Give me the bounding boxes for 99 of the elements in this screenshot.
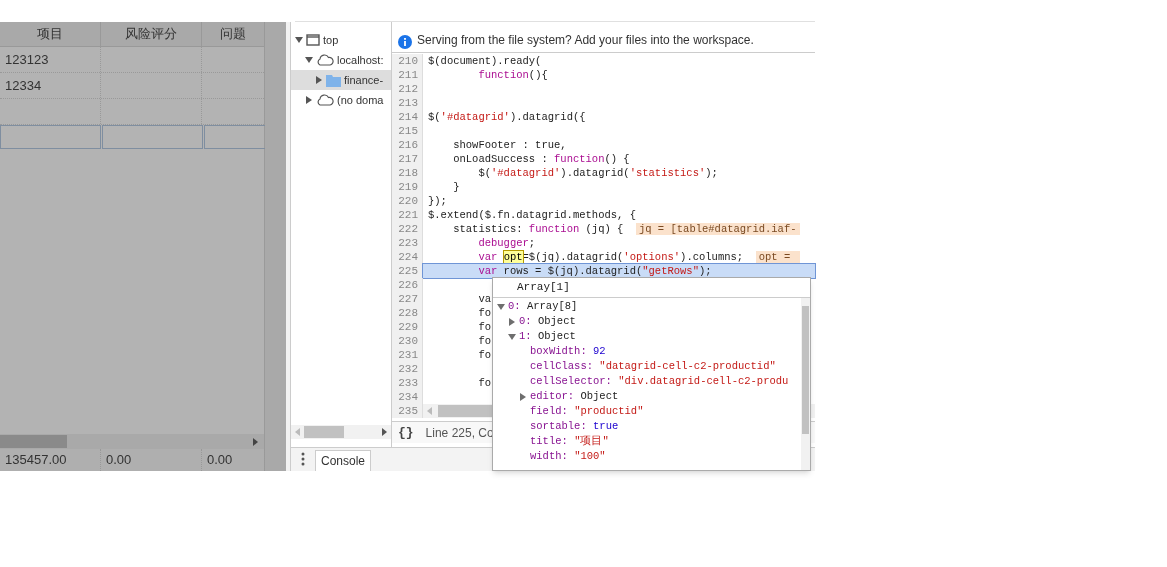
collapse-triangle-icon[interactable]: [305, 56, 313, 64]
info-message: Serving from the file system? Add your files into the workspace.: [417, 32, 754, 49]
column-header[interactable]: 项目: [0, 22, 101, 46]
code-line: $('#datagrid').datagrid('statistics');: [477, 166, 718, 180]
horizontal-scrollbar[interactable]: [0, 434, 264, 449]
property-entry: editor: Object: [530, 388, 619, 404]
file-tree-label: localhost:: [337, 52, 384, 68]
property-entry: cellSelector: "div.datagrid-cell-c2-produ: [530, 373, 789, 389]
code-line: function(){: [477, 68, 548, 82]
code-line: $.extend($.fn.datagrid.methods, {: [427, 208, 636, 222]
line-number: 221: [392, 208, 423, 222]
expand-triangle-icon[interactable]: [508, 317, 516, 326]
code-line: onLoadSuccess : function() {: [452, 152, 630, 166]
drawer-tab[interactable]: Console: [315, 450, 372, 471]
expand-triangle-icon[interactable]: [315, 76, 323, 84]
cloud-icon: [316, 54, 334, 66]
more-menu-icon[interactable]: [301, 452, 305, 466]
column-header[interactable]: 风险评分: [101, 22, 202, 46]
code-line: fo: [477, 306, 491, 320]
code-line: statistics: function (jq) { jq = [table#datagrid.iaf-: [423, 222, 800, 236]
file-tree-item[interactable]: localhost:: [291, 50, 391, 70]
edit-field[interactable]: [0, 125, 101, 149]
line-number: 223: [392, 236, 423, 250]
line-number: 227: [392, 292, 423, 306]
code-line: fo: [477, 320, 491, 334]
property-entry: field: "productid": [530, 403, 644, 419]
code-line: fo: [477, 334, 491, 348]
scrollbar-thumb[interactable]: [0, 435, 67, 448]
line-number: 231: [392, 348, 423, 362]
scroll-right-icon[interactable]: [253, 437, 258, 446]
line-number: 212: [392, 82, 423, 96]
scrollbar-thumb[interactable]: [304, 426, 344, 438]
code-line: showFooter : true,: [452, 138, 567, 152]
line-number: 214: [392, 110, 423, 124]
property-entry: 1: Object: [519, 328, 576, 344]
code-line: fo: [477, 348, 491, 362]
info-icon: [398, 35, 412, 49]
collapse-triangle-icon[interactable]: [497, 302, 505, 311]
line-number: 222: [392, 222, 423, 236]
file-tree-item[interactable]: finance-: [291, 70, 391, 90]
table-cell: 123123: [0, 47, 101, 72]
code-line: debugger;: [477, 236, 536, 250]
line-number: 224: [392, 250, 423, 264]
property-entry: sortable: true: [530, 418, 619, 434]
code-line: var opt=$(jq).datagrid('options').columns; opt =: [423, 250, 800, 264]
line-number: 219: [392, 180, 423, 194]
line-number: 233: [392, 376, 423, 390]
property-entry: cellClass: "datagrid-cell-c2-productid": [530, 358, 776, 374]
code-line: $(document).ready(: [427, 54, 542, 68]
collapse-triangle-icon[interactable]: [295, 36, 303, 44]
scroll-left-icon[interactable]: [427, 407, 432, 415]
vertical-scrollbar[interactable]: [801, 298, 810, 470]
line-number: 216: [392, 138, 423, 152]
scroll-right-icon[interactable]: [382, 428, 387, 436]
file-tree-label: top: [323, 32, 339, 48]
line-number: 211: [392, 68, 423, 82]
footer-cell: 135457.00: [0, 449, 101, 471]
line-number: 215: [392, 124, 423, 138]
file-tree-item[interactable]: top: [291, 30, 391, 50]
line-number: 232: [392, 362, 423, 376]
property-entry: 0: Object: [519, 313, 576, 329]
code-line: fo: [477, 376, 491, 390]
line-number: 217: [392, 152, 423, 166]
line-number: 226: [392, 278, 423, 292]
expand-triangle-icon[interactable]: [519, 392, 527, 401]
scroll-left-icon[interactable]: [295, 428, 300, 436]
property-entry: width: "100": [530, 448, 606, 464]
window-icon: [306, 34, 320, 46]
line-number: 213: [392, 96, 423, 110]
cloud-icon: [316, 94, 334, 106]
code-line: va: [477, 292, 491, 306]
footer-cell: 0.00: [101, 449, 202, 471]
file-tree-label: (no doma: [337, 92, 384, 108]
line-number: 230: [392, 334, 423, 348]
table-cell: 12334: [0, 73, 101, 98]
code-line: });: [427, 194, 447, 208]
property-entry: 0: Array[8]: [508, 298, 578, 314]
popover-title: Array[1]: [517, 280, 570, 296]
code-line: $('#datagrid').datagrid({: [427, 110, 586, 124]
file-tree-label: finance-: [344, 72, 384, 88]
line-number: 218: [392, 166, 423, 180]
line-number: 234: [392, 390, 423, 404]
property-entry: boxWidth: 92: [530, 343, 606, 359]
horizontal-scrollbar[interactable]: [291, 425, 391, 439]
file-tree-item[interactable]: (no doma: [291, 90, 391, 110]
property-entry: title: "项目": [530, 433, 609, 449]
line-number: 229: [392, 320, 423, 334]
pretty-print-button[interactable]: {}: [398, 422, 414, 443]
expand-triangle-icon[interactable]: [305, 96, 313, 104]
scrollbar-thumb[interactable]: [802, 306, 809, 434]
collapse-triangle-icon[interactable]: [508, 332, 516, 341]
line-number: 235: [392, 404, 423, 418]
line-number: 220: [392, 194, 423, 208]
folder-icon: [326, 73, 341, 87]
code-line: }: [452, 180, 460, 194]
line-number: 210: [392, 54, 423, 68]
line-number: 228: [392, 306, 423, 320]
line-number: 225: [392, 264, 423, 278]
edit-field[interactable]: [102, 125, 203, 149]
